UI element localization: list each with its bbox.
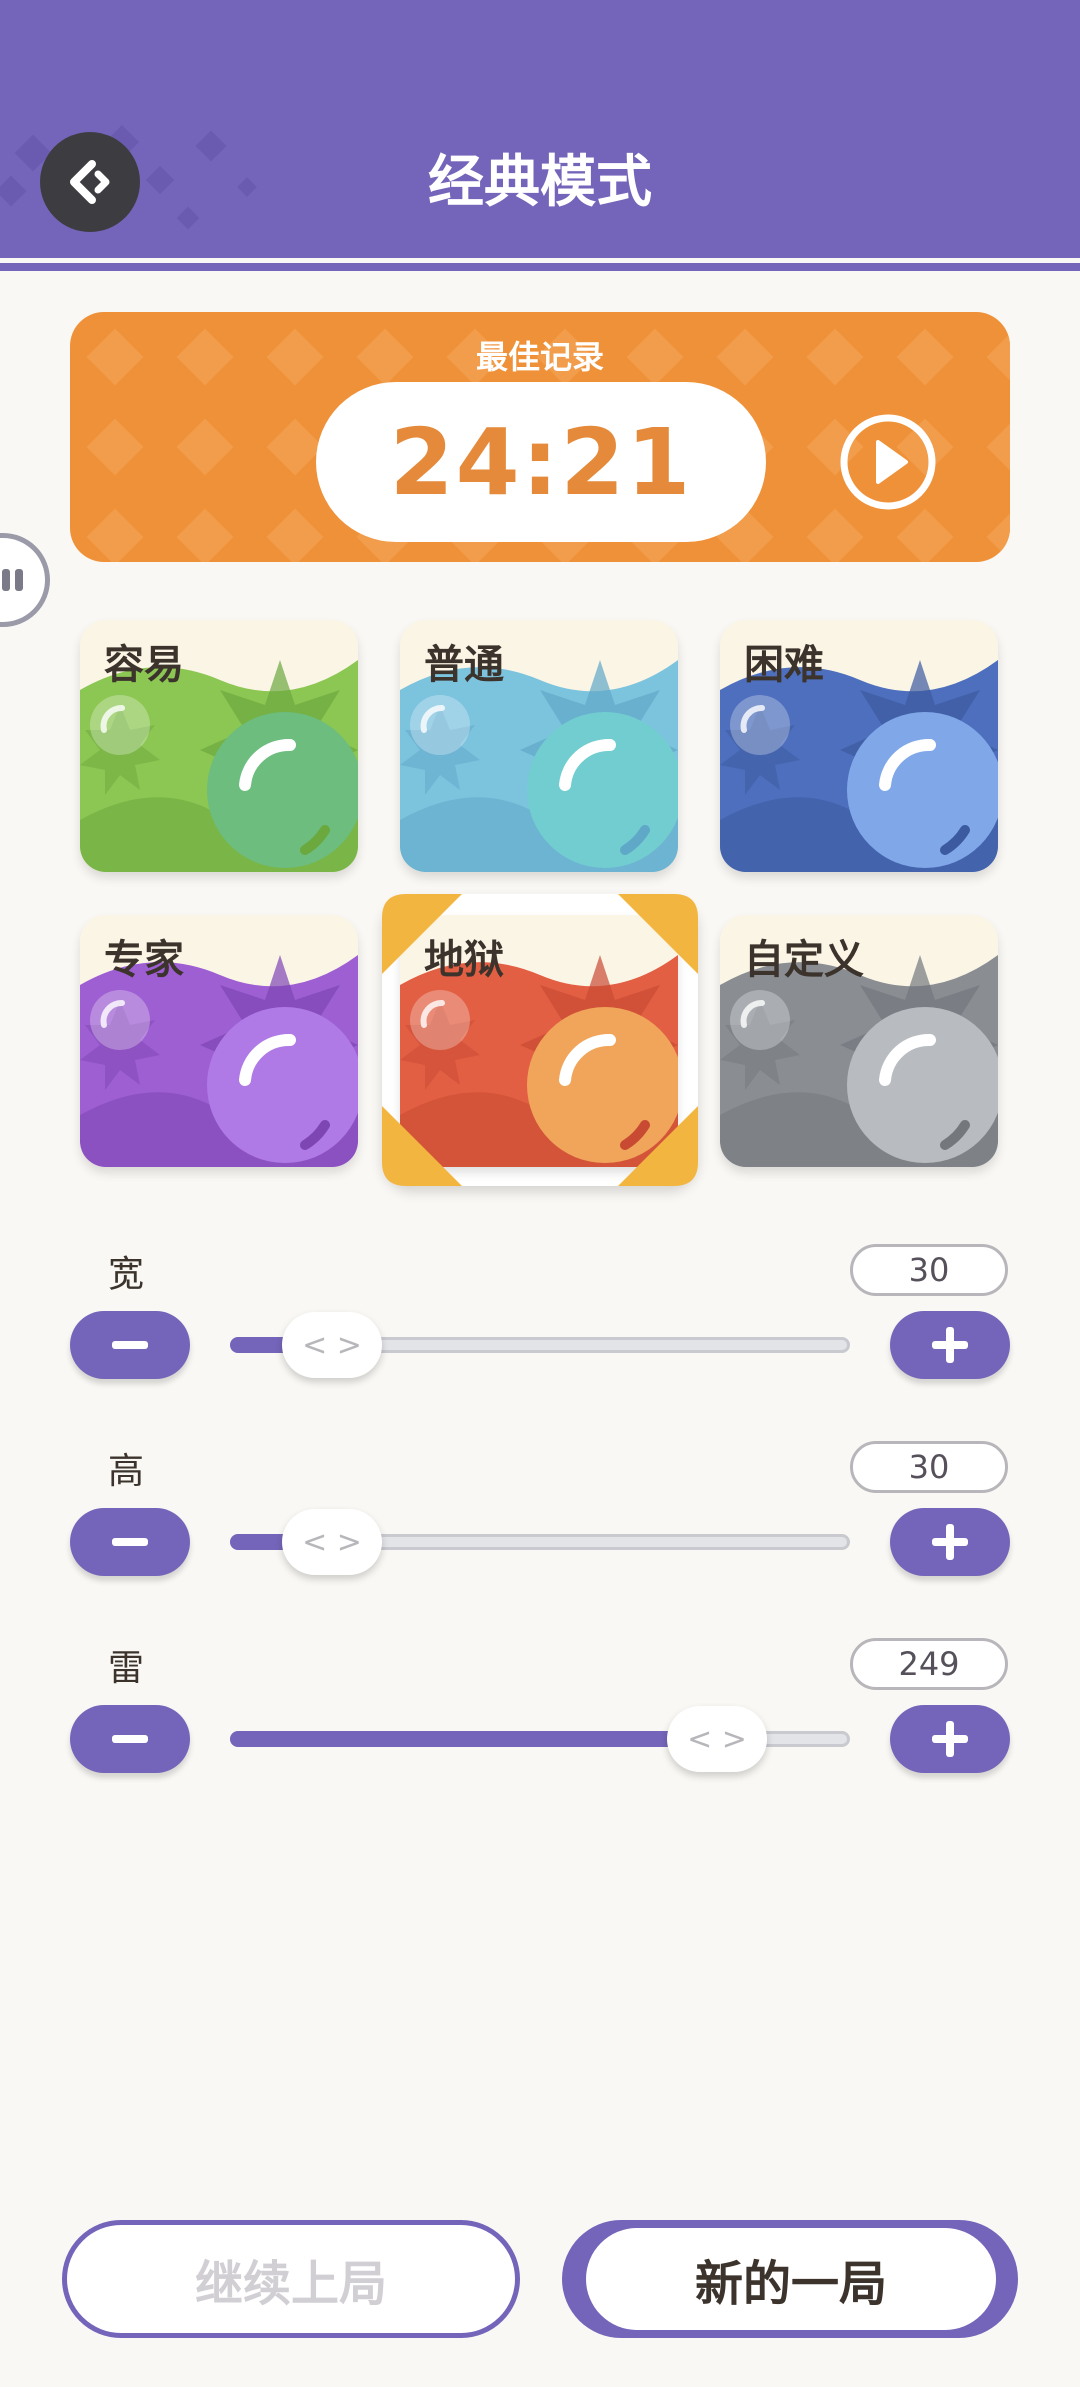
difficulty-tile-5[interactable]: 自定义 [720,915,998,1167]
slider-label-0: 宽 [108,1254,145,1295]
slider-thumb[interactable]: < > [282,1312,382,1378]
difficulty-label: 容易 [104,642,184,688]
slider-track-1[interactable]: < > [230,1509,850,1575]
difficulty-label: 专家 [104,937,184,983]
best-record-time: 24:21 [389,408,693,516]
increase-button-0[interactable] [890,1311,1010,1379]
difficulty-label: 自定义 [744,937,864,983]
slider-track-2[interactable]: < > [230,1706,850,1772]
difficulty-label: 普通 [424,642,504,688]
slider-thumb[interactable]: < > [667,1706,767,1772]
best-record-label: 最佳记录 [475,338,604,376]
difficulty-label: 困难 [744,642,824,688]
difficulty-tile-3[interactable]: 专家 [80,915,358,1167]
plus-icon [932,1721,968,1757]
selection-corner-br [618,1106,698,1186]
slider-label-1: 高 [108,1451,145,1492]
increase-button-2[interactable] [890,1705,1010,1773]
minus-icon [112,1735,148,1743]
continue-game-button[interactable]: 继续上局 [62,2220,520,2338]
selection-corner-tr [618,894,698,974]
best-record-time-box: 24:21 [316,382,766,542]
slider-value-2: 249 [850,1638,1008,1690]
slider-value-0: 30 [850,1244,1008,1296]
decrease-button-1[interactable] [70,1508,190,1576]
selection-corner-bl [382,1106,462,1186]
difficulty-tile-1[interactable]: 普通 [400,620,678,872]
pause-icon [2,569,23,591]
slider-fill [230,1731,714,1747]
plus-icon [932,1327,968,1363]
selection-corner-tl [382,894,462,974]
difficulty-tile-2[interactable]: 困难 [720,620,998,872]
slider-thumb[interactable]: < > [282,1509,382,1575]
new-game-button[interactable]: 新的一局 [562,2220,1018,2338]
new-game-label: 新的一局 [586,2228,996,2330]
difficulty-tile-0[interactable]: 容易 [80,620,358,872]
decrease-button-2[interactable] [70,1705,190,1773]
header-divider [0,263,1080,271]
plus-icon [932,1524,968,1560]
slider-label-2: 雷 [108,1648,145,1689]
slider-track-0[interactable]: < > [230,1312,850,1378]
slider-value-1: 30 [850,1441,1008,1493]
best-record-panel: 最佳记录 24:21 [70,312,1010,562]
minus-icon [112,1341,148,1349]
header-bar: 经典模式 [0,0,1080,258]
side-pause-handle[interactable] [0,533,50,627]
minus-icon [112,1538,148,1546]
page-title: 经典模式 [428,150,652,215]
play-circle-icon[interactable] [838,412,938,512]
increase-button-1[interactable] [890,1508,1010,1576]
decrease-button-0[interactable] [70,1311,190,1379]
